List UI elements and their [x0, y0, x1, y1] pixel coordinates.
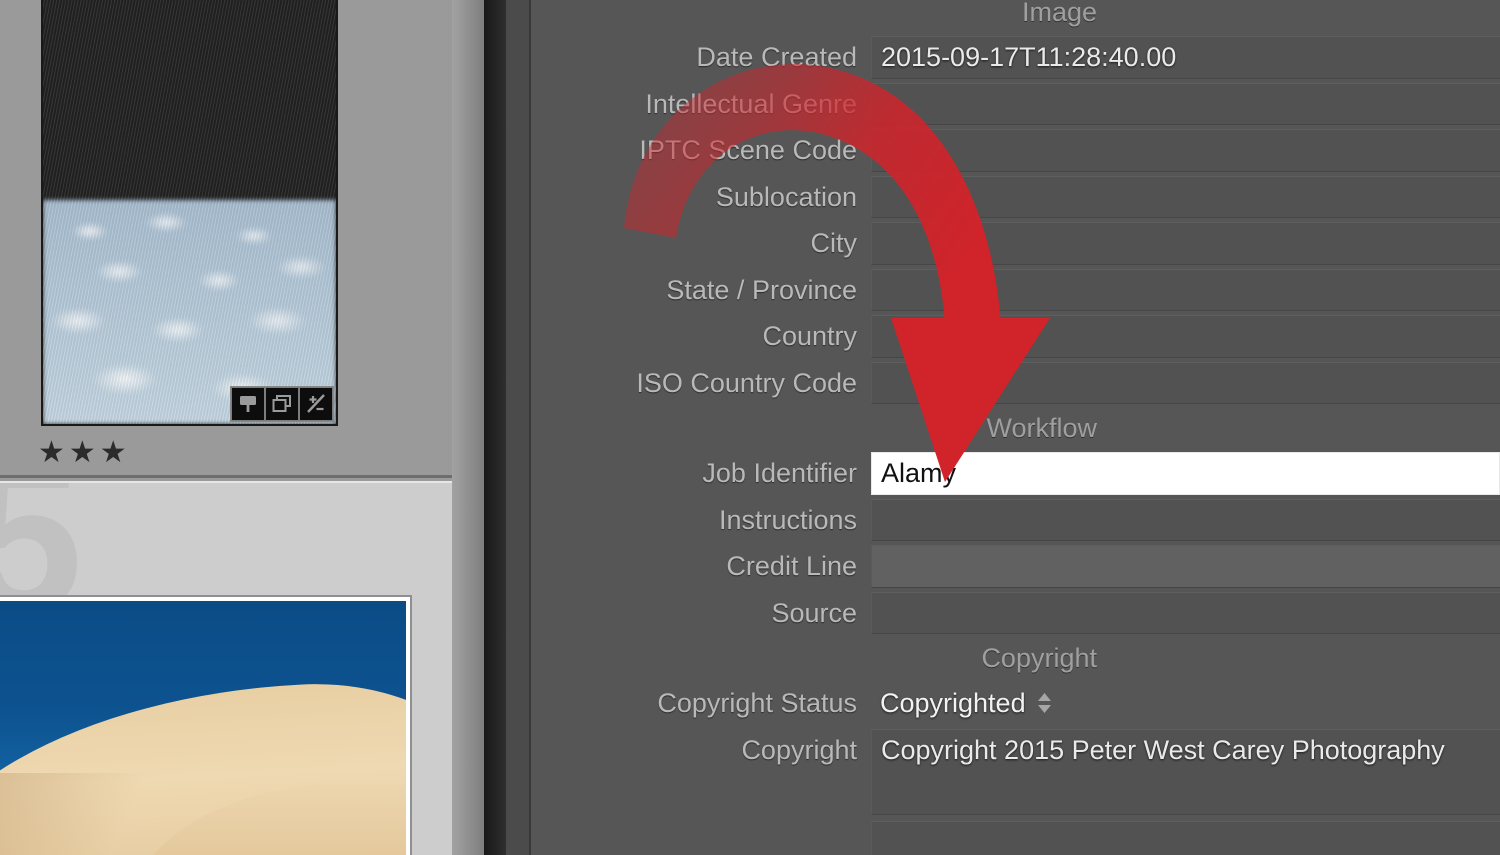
meta-label-credit-line: Credit Line — [726, 551, 857, 581]
meta-label-state-province: State / Province — [666, 274, 857, 305]
develop-adjustments-badge[interactable] — [299, 387, 333, 421]
meta-field-source[interactable] — [871, 591, 1500, 634]
meta-row-credit-line[interactable]: Credit Line — [531, 543, 1500, 590]
meta-row-state-province[interactable]: State / Province — [531, 267, 1500, 314]
panel-divider-edge — [506, 0, 530, 855]
meta-label-city: City — [810, 228, 858, 258]
meta-label-date-created: Date Created — [696, 42, 857, 72]
meta-field-state-province[interactable] — [871, 268, 1500, 311]
meta-label-next-partial — [531, 819, 871, 855]
thumbnail-top[interactable] — [41, 0, 338, 426]
thumbnail-bottom-image — [0, 601, 406, 855]
panel-divider-dark[interactable] — [484, 0, 506, 855]
meta-label-copyright: Copyright — [741, 734, 857, 765]
quick-collect-badge[interactable] — [231, 387, 265, 421]
job-identifier-input[interactable]: Alamy — [871, 452, 1500, 495]
meta-field-instructions[interactable] — [871, 498, 1500, 541]
meta-field-next-partial[interactable] — [871, 820, 1500, 855]
meta-row-iptc-scene-code[interactable]: IPTC Scene Code — [531, 127, 1500, 174]
metadata-panel: Other Categories Image Date Created 2015… — [531, 0, 1500, 855]
meta-label-iso-country-code: ISO Country Code — [636, 367, 857, 398]
meta-field-country[interactable] — [871, 315, 1500, 358]
meta-field-sublocation[interactable] — [871, 175, 1500, 218]
meta-label-source: Source — [771, 597, 857, 628]
panel-divider-light — [452, 0, 484, 855]
grid-cell-bottom[interactable]: 5 — [0, 481, 452, 855]
section-header-image: Image — [1021, 0, 1097, 27]
meta-label-intellectual-genre: Intellectual Genre — [645, 88, 857, 119]
meta-field-credit-line[interactable] — [871, 545, 1500, 588]
meta-label-instructions: Instructions — [718, 504, 857, 535]
meta-label-sublocation: Sublocation — [715, 181, 857, 212]
meta-field-copyright[interactable]: Copyright 2015 Peter West Carey Photogra… — [871, 728, 1500, 815]
copyright-status-value: Copyrighted — [880, 688, 1026, 719]
meta-row-source[interactable]: Source — [531, 590, 1500, 637]
rating-stars[interactable]: ★★★ — [38, 438, 131, 468]
copyright-status-dropdown[interactable]: Copyrighted — [871, 682, 1500, 725]
meta-row-iso-country-code[interactable]: ISO Country Code — [531, 360, 1500, 407]
filmstrip-grid-pane: 5 — [0, 0, 484, 855]
thumbnail-bottom[interactable] — [0, 595, 412, 855]
meta-field-iptc-scene-code[interactable] — [871, 129, 1500, 172]
meta-row-sublocation[interactable]: Sublocation — [531, 174, 1500, 221]
meta-row-copyright[interactable]: Copyright Copyright 2015 Peter West Care… — [531, 727, 1500, 819]
meta-row-date-created[interactable]: Date Created 2015-09-17T11:28:40.00 — [531, 34, 1500, 81]
thumbnail-badge-group[interactable] — [230, 386, 334, 422]
meta-label-country: Country — [762, 321, 857, 351]
section-header-workflow: Workflow — [986, 413, 1097, 443]
meta-field-date-created[interactable]: 2015-09-17T11:28:40.00 — [871, 36, 1500, 79]
meta-row-job-identifier[interactable]: Job Identifier Alamy — [531, 450, 1500, 497]
meta-row-city[interactable]: City — [531, 220, 1500, 267]
meta-field-city[interactable] — [871, 222, 1500, 265]
dune-shadow — [0, 773, 232, 855]
crop-badge[interactable] — [265, 387, 299, 421]
stepper-up-down-icon[interactable] — [1037, 693, 1052, 714]
meta-field-intellectual-genre[interactable] — [871, 82, 1500, 125]
meta-label-copyright-status: Copyright Status — [657, 688, 857, 718]
meta-row-next-partial[interactable] — [531, 819, 1500, 855]
meta-label-iptc-scene-code: IPTC Scene Code — [639, 135, 857, 165]
section-header-copyright: Copyright — [981, 643, 1097, 673]
meta-field-iso-country-code[interactable] — [871, 361, 1500, 404]
screenshot-root: 5 — [0, 0, 1500, 855]
meta-row-instructions[interactable]: Instructions — [531, 497, 1500, 544]
meta-row-intellectual-genre[interactable]: Intellectual Genre — [531, 81, 1500, 128]
meta-row-country[interactable]: Country — [531, 313, 1500, 360]
meta-row-copyright-status[interactable]: Copyright Status Copyrighted — [531, 680, 1500, 727]
thumbnail-top-image — [43, 0, 336, 424]
grid-cell-top[interactable]: ★★★ — [0, 0, 452, 478]
meta-label-job-identifier: Job Identifier — [702, 458, 857, 488]
